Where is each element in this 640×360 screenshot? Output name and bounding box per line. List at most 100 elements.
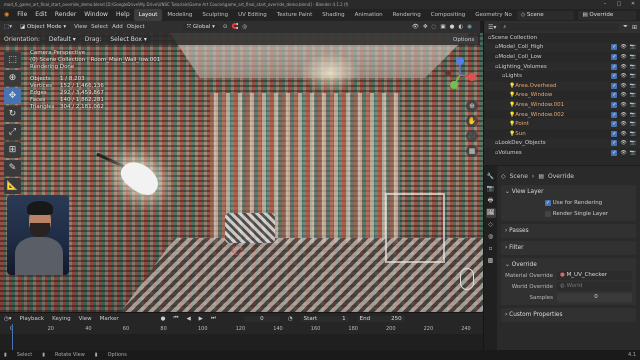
menu-playback[interactable]: Playback <box>20 316 45 322</box>
outliner-row[interactable]: 💡 Area_Window.002 ✓ 👁 📷 <box>484 110 640 120</box>
transform-orientation-selector[interactable]: ⤧ Global ▾ <box>182 23 219 31</box>
exclude-checkbox[interactable]: ✓ <box>611 92 618 99</box>
panel-header-override[interactable]: ⌄ Override <box>505 260 632 270</box>
outliner-row[interactable]: 💡 Area_Window.001 ✓ 👁 📷 <box>484 100 640 110</box>
current-frame-field[interactable]: 0 <box>243 315 280 322</box>
tab-texture-paint[interactable]: Texture Paint <box>272 9 318 21</box>
clock-icon[interactable]: ◔ <box>288 316 293 322</box>
tab-layout[interactable]: Layout <box>133 9 163 21</box>
scale-tool-icon[interactable]: ⤢ <box>4 124 21 140</box>
camera-icon[interactable]: 📷 <box>630 121 636 127</box>
outliner-row[interactable]: ▫ Model_Coll_High ✓ 👁 📷 <box>484 42 640 53</box>
orientation-selector[interactable]: Default ▾ <box>44 35 80 43</box>
exclude-checkbox[interactable]: ✓ <box>611 63 618 70</box>
outliner-row[interactable]: 💡 Area.Overhead ✓ 👁 📷 <box>484 80 640 91</box>
shading-solid-icon[interactable]: ● <box>450 24 455 30</box>
menu-help[interactable]: Help <box>112 9 134 21</box>
outliner-row[interactable]: ▫ Lighting_Volumes ✓ 👁 📷 <box>484 61 640 72</box>
filter-panel[interactable]: › Filter <box>501 241 636 255</box>
exclude-checkbox[interactable]: ✓ <box>611 140 618 147</box>
menu-marker[interactable]: Marker <box>100 316 119 322</box>
camera-icon[interactable]: 📷 <box>630 73 636 79</box>
shading-rendered-icon[interactable]: ◉ <box>467 24 472 30</box>
exclude-checkbox[interactable]: ✓ <box>611 44 618 51</box>
tab-rendering[interactable]: Rendering <box>388 9 426 21</box>
camera-icon[interactable]: 📷 <box>630 150 636 156</box>
tab-modeling[interactable]: Modeling <box>162 9 197 21</box>
jump-start-icon[interactable]: ⏮ <box>173 315 178 322</box>
view-layer-selector[interactable]: ▤ Override <box>578 10 636 20</box>
eye-icon[interactable]: 👁 <box>620 73 626 79</box>
record-icon[interactable]: ● <box>161 316 166 322</box>
outliner-row[interactable]: ▫ LookDev_Objects ✓ 👁 📷 <box>484 138 640 149</box>
eye-icon[interactable]: 👁 <box>620 64 626 70</box>
outliner-row[interactable]: ▫ Lights ✓ 👁 📷 <box>484 71 640 81</box>
drag-selector[interactable]: Select Box ▾ <box>106 35 151 43</box>
camera-view-icon[interactable]: 🎥 <box>466 130 478 142</box>
eye-icon[interactable]: 👁 <box>620 121 626 127</box>
maximize-button[interactable]: □ <box>612 0 626 9</box>
exclude-checkbox[interactable]: ✓ <box>611 53 618 60</box>
outliner-editor-icon[interactable]: ☰▾ <box>488 24 496 31</box>
samples-field[interactable]: 0 <box>557 293 632 302</box>
close-button[interactable]: ✕ <box>626 0 640 9</box>
exclude-checkbox[interactable]: ✓ <box>611 82 618 89</box>
visibility-icon[interactable]: 👁 <box>412 24 419 30</box>
rotate-tool-icon[interactable]: ↻ <box>4 106 21 122</box>
outliner-row[interactable]: ▫ Scene Collection <box>484 33 640 43</box>
menu-keying[interactable]: Keying <box>52 316 70 322</box>
xray-icon[interactable]: ▣ <box>440 24 445 30</box>
panel-header-view-layer[interactable]: ⌄ View Layer <box>505 187 632 197</box>
tab-animation[interactable]: Animation <box>350 9 388 21</box>
camera-icon[interactable]: 📷 <box>630 92 636 98</box>
tab-compositing[interactable]: Compositing <box>426 9 470 21</box>
editor-type-icon[interactable]: ⬚▾ <box>4 24 12 30</box>
outliner-row[interactable]: 💡 Area_Window ✓ 👁 📷 <box>484 91 640 101</box>
playhead[interactable] <box>12 324 13 350</box>
jump-end-icon[interactable]: ⏭ <box>211 315 216 322</box>
scene-selector[interactable]: ◇ Scene <box>516 10 575 20</box>
snap-icon[interactable]: 🧲 <box>232 24 239 30</box>
annotate-tool-icon[interactable]: ✎ <box>4 160 21 176</box>
world-override-field[interactable]: ◍ World <box>557 282 632 291</box>
eye-icon[interactable]: 👁 <box>620 140 626 146</box>
menu-object[interactable]: Object <box>127 24 145 30</box>
timeline-track[interactable] <box>0 324 483 350</box>
view-layer-tab-icon[interactable]: 🖼 <box>485 208 496 218</box>
camera-icon[interactable]: 📷 <box>630 54 636 60</box>
camera-icon[interactable]: 📷 <box>630 83 636 89</box>
camera-icon[interactable]: 📷 <box>630 140 636 146</box>
perspective-toggle-icon[interactable]: ▦ <box>466 145 478 157</box>
axis-y-icon[interactable] <box>450 81 458 89</box>
outliner-row[interactable]: ▫ Model_Coll_Low ✓ 👁 📷 <box>484 52 640 62</box>
exclude-checkbox[interactable]: ✓ <box>611 121 618 128</box>
measure-tool-icon[interactable]: 📐 <box>4 178 21 194</box>
use-for-rendering-checkbox[interactable]: ✓ <box>545 199 551 206</box>
outliner-row[interactable]: ▫ Volumes ✓ 👁 📷 <box>484 148 640 158</box>
outliner-search[interactable]: ⌕ <box>500 23 620 31</box>
render-tab-icon[interactable]: 📷 <box>486 184 496 194</box>
shading-material-icon[interactable]: ◐ <box>458 24 463 30</box>
end-frame-field[interactable]: End 250 <box>356 315 405 322</box>
timeline-editor-icon[interactable]: ◷▾ <box>4 316 12 322</box>
filter-icon[interactable]: ⏷ <box>623 23 628 31</box>
minimize-button[interactable]: – <box>598 0 612 9</box>
pan-hand-icon[interactable]: ✋ <box>466 115 478 127</box>
eye-icon[interactable]: 👁 <box>620 44 626 50</box>
camera-icon[interactable]: 📷 <box>630 112 636 118</box>
menu-render[interactable]: Render <box>51 9 80 21</box>
mode-selector[interactable]: ◪ Object Mode ▾ <box>15 24 71 30</box>
tab-uv-editing[interactable]: UV Editing <box>233 9 272 21</box>
navigation-gizmo[interactable] <box>440 55 480 95</box>
world-tab-icon[interactable]: ◍ <box>486 232 496 242</box>
select-tool-icon[interactable]: ⬚ <box>4 52 21 68</box>
pivot-icon[interactable]: ⊙ <box>223 24 228 30</box>
eye-icon[interactable]: 👁 <box>620 150 626 156</box>
transform-tool-icon[interactable]: ⊞ <box>4 142 21 158</box>
menu-select[interactable]: Select <box>91 24 108 30</box>
camera-icon[interactable]: 📷 <box>630 64 636 70</box>
menu-view[interactable]: View <box>74 24 87 30</box>
overlay-toggle-icon[interactable]: ◌ <box>432 24 437 30</box>
exclude-checkbox[interactable]: ✓ <box>611 73 618 80</box>
render-single-layer-checkbox[interactable] <box>545 210 551 217</box>
